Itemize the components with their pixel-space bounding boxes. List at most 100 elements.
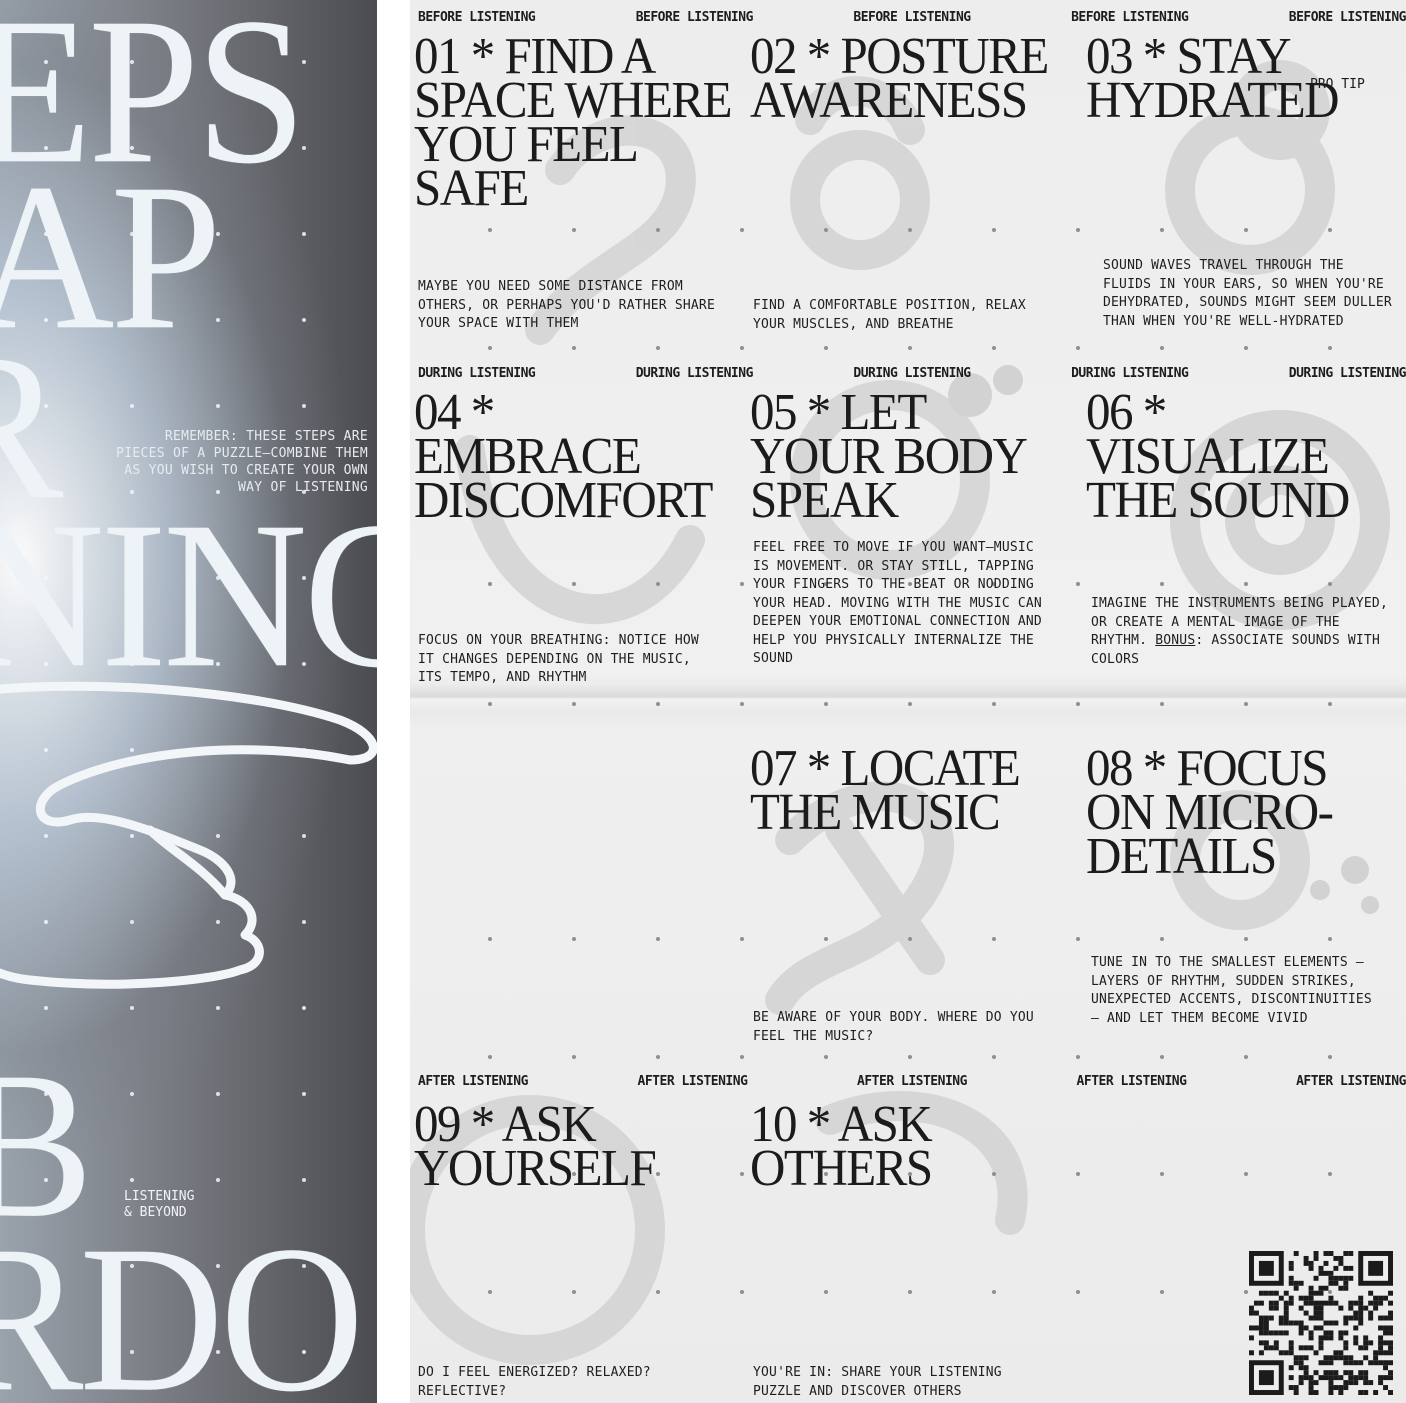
section-label: DURING LISTENING xyxy=(418,366,536,381)
grid-dot xyxy=(1076,582,1080,586)
grid-dot xyxy=(216,404,220,408)
grid-dot xyxy=(1160,346,1164,350)
step-02-title: 02 * POSTURE AWARENESS xyxy=(750,26,1049,129)
section-row-after: AFTER LISTENING AFTER LISTENING AFTER LI… xyxy=(418,1074,1406,1090)
section-row-before: BEFORE LISTENING BEFORE LISTENING BEFORE… xyxy=(418,10,1406,26)
grid-dot xyxy=(908,702,912,706)
grid-dot xyxy=(488,1290,492,1294)
bonus-label: BONUS xyxy=(1155,633,1196,648)
grid-dot xyxy=(908,346,912,350)
grid-dot xyxy=(992,346,996,350)
grid-dot xyxy=(656,937,660,941)
section-label: AFTER LISTENING xyxy=(418,1074,528,1089)
grid-dot xyxy=(908,1055,912,1059)
remember-note: REMEMBER: THESE STEPS ARE PIECES OF A PU… xyxy=(116,429,368,495)
grid-dot xyxy=(1076,1290,1080,1294)
grid-dot xyxy=(740,228,744,232)
grid-dot xyxy=(656,228,660,232)
step-10-body: YOU'RE IN: SHARE YOUR LISTENING PUZZLE A… xyxy=(753,1365,1002,1399)
section-label: AFTER LISTENING xyxy=(857,1074,967,1089)
grid-dot xyxy=(1244,1055,1248,1059)
grid-dot xyxy=(216,1178,220,1182)
section-label: DURING LISTENING xyxy=(1071,366,1189,381)
step-09-body: DO I FEEL ENERGIZED? RELAXED? REFLECTIVE… xyxy=(418,1365,651,1399)
section-label: AFTER LISTENING xyxy=(637,1074,748,1089)
section-label: BEFORE LISTENING xyxy=(418,10,536,25)
grid-dot xyxy=(1076,346,1080,350)
section-label: DURING LISTENING xyxy=(1288,366,1406,381)
grid-dot xyxy=(572,582,576,586)
grid-dot xyxy=(488,346,492,350)
grid-dot xyxy=(992,702,996,706)
grid-dot xyxy=(1160,1172,1164,1176)
grid-dot xyxy=(572,1055,576,1059)
grid-dot xyxy=(656,582,660,586)
grid-dot xyxy=(1328,1055,1332,1059)
step-01-title: 01 * FIND A SPACE WHERE YOU FEEL SAFE xyxy=(414,26,733,217)
step-07-body: BE AWARE OF YOUR BODY. WHERE DO YOU FEEL… xyxy=(753,1010,1034,1044)
section-label: BEFORE LISTENING xyxy=(853,10,971,25)
hand-icon xyxy=(0,681,377,989)
grid-dot xyxy=(992,937,996,941)
grid-dot xyxy=(1244,582,1248,586)
grid-dot xyxy=(992,228,996,232)
grid-dot xyxy=(302,404,306,408)
grid-dot xyxy=(572,1290,576,1294)
step-03-title: 03 * STAY HYDRATED xyxy=(1086,26,1340,129)
grid-dot xyxy=(488,937,492,941)
grid-dot xyxy=(1160,1055,1164,1059)
section-label: BEFORE LISTENING xyxy=(635,10,754,25)
grid-dot xyxy=(1244,702,1248,706)
grid-dot xyxy=(740,937,744,941)
grid-dot xyxy=(656,346,660,350)
section-label: AFTER LISTENING xyxy=(1296,1074,1406,1089)
grid-dot xyxy=(130,404,134,408)
grid-dot xyxy=(1244,937,1248,941)
grid-dot xyxy=(908,228,912,232)
section-label: DURING LISTENING xyxy=(853,366,971,381)
step-02-body: FIND A COMFORTABLE POSITION, RELAX YOUR … xyxy=(753,298,1026,332)
step-07-title: 07 * LOCATE THE MUSIC xyxy=(750,738,1021,841)
grid-dot xyxy=(572,228,576,232)
grid-dot xyxy=(302,1178,306,1182)
grid-dot xyxy=(656,1055,660,1059)
grid-dot xyxy=(1328,346,1332,350)
grid-dot xyxy=(656,1290,660,1294)
headline-line-6: RDO xyxy=(0,1203,364,1403)
grid-dot xyxy=(740,582,744,586)
step-08-body: TUNE IN TO THE SMALLEST ELEMENTS — LAYER… xyxy=(1091,955,1372,1026)
grid-dot xyxy=(572,702,576,706)
grid-dot xyxy=(740,1055,744,1059)
grid-dot xyxy=(740,702,744,706)
grid-dot xyxy=(302,318,306,322)
grid-dot xyxy=(1328,1172,1332,1176)
grid-dot xyxy=(1328,937,1332,941)
grid-dot xyxy=(992,1290,996,1294)
grid-dot xyxy=(130,1092,134,1096)
grid-dot xyxy=(656,702,660,706)
grid-dot xyxy=(572,937,576,941)
step-04-title: 04 * EMBRACE DISCOMFORT xyxy=(414,382,713,529)
qr-code[interactable] xyxy=(1248,1251,1394,1395)
pro-tip-tag: PRO TIP xyxy=(1310,77,1365,92)
grid-dot xyxy=(488,702,492,706)
grid-dot xyxy=(488,582,492,586)
grid-dot xyxy=(1076,937,1080,941)
poster-cover-panel: EPS AP R NING B RDO REMEMBER: THESE STEP… xyxy=(0,0,377,1403)
grid-dot xyxy=(1244,228,1248,232)
section-label: BEFORE LISTENING xyxy=(1288,10,1406,25)
grid-dot xyxy=(824,1290,828,1294)
listening-beyond-label: LISTENING & BEYOND xyxy=(124,1189,194,1221)
gutter xyxy=(377,0,410,1403)
grid-dot xyxy=(1244,1172,1248,1176)
grid-dot xyxy=(740,1290,744,1294)
grid-dot xyxy=(1076,1172,1080,1176)
label-line-1: LISTENING xyxy=(124,1189,195,1204)
grid-dot xyxy=(824,1055,828,1059)
grid-dot xyxy=(572,346,576,350)
grid-dot xyxy=(488,228,492,232)
step-05-title: 05 * LET YOUR BODY SPEAK xyxy=(750,382,1026,529)
grid-dot xyxy=(824,346,828,350)
step-04-body: FOCUS ON YOUR BREATHING: NOTICE HOW IT C… xyxy=(418,633,699,685)
grid-dot xyxy=(130,1178,134,1182)
